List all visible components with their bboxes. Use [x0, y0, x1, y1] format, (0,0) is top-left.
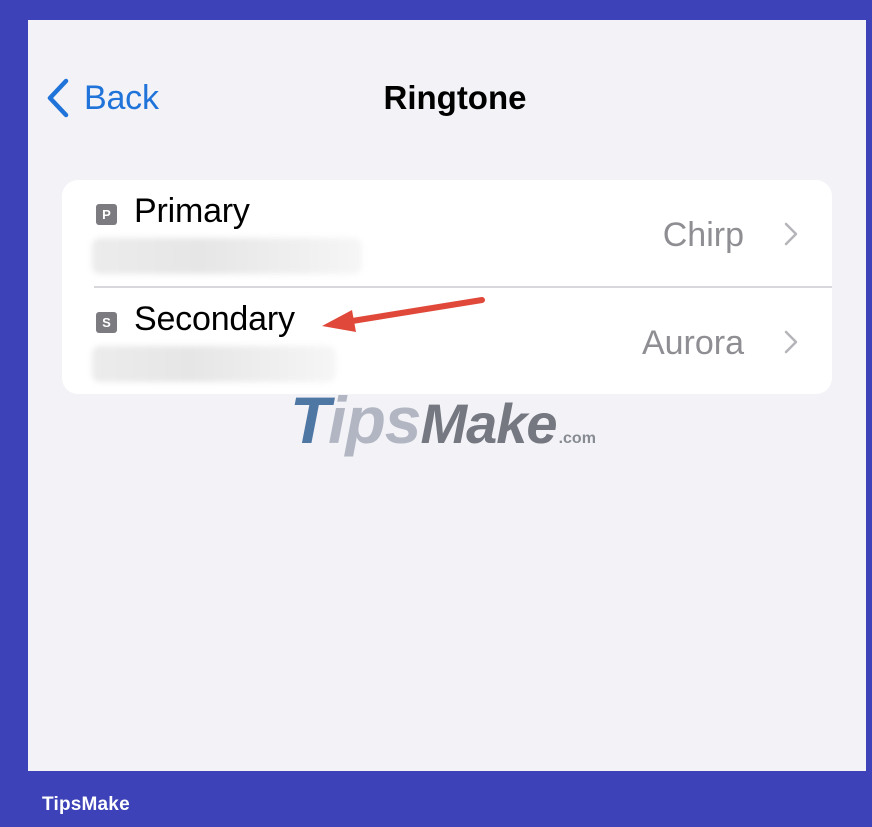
- redacted-number: [92, 346, 336, 382]
- ringtone-list: P Primary Chirp S Secondary Aurora: [62, 180, 832, 394]
- chevron-right-icon: [784, 222, 798, 246]
- annotation-arrow: [320, 296, 490, 341]
- list-item-primary[interactable]: P Primary Chirp: [62, 180, 832, 286]
- footer-brand: TipsMake: [42, 794, 130, 815]
- line-name-primary: Primary: [134, 192, 250, 230]
- ringtone-value-secondary: Aurora: [641, 324, 744, 362]
- ringtone-value-primary: Chirp: [662, 216, 744, 254]
- chevron-right-icon: [784, 330, 798, 354]
- ringtone-screen: Back Ringtone P Primary Chirp S Secondar…: [28, 20, 866, 771]
- redacted-number: [92, 238, 362, 274]
- line-badge-primary: P: [96, 204, 117, 225]
- line-name-secondary: Secondary: [134, 300, 295, 338]
- line-badge-secondary: S: [96, 312, 117, 333]
- watermark-logo: TipsMake .com: [290, 383, 596, 457]
- page-title: Ringtone: [383, 79, 527, 116]
